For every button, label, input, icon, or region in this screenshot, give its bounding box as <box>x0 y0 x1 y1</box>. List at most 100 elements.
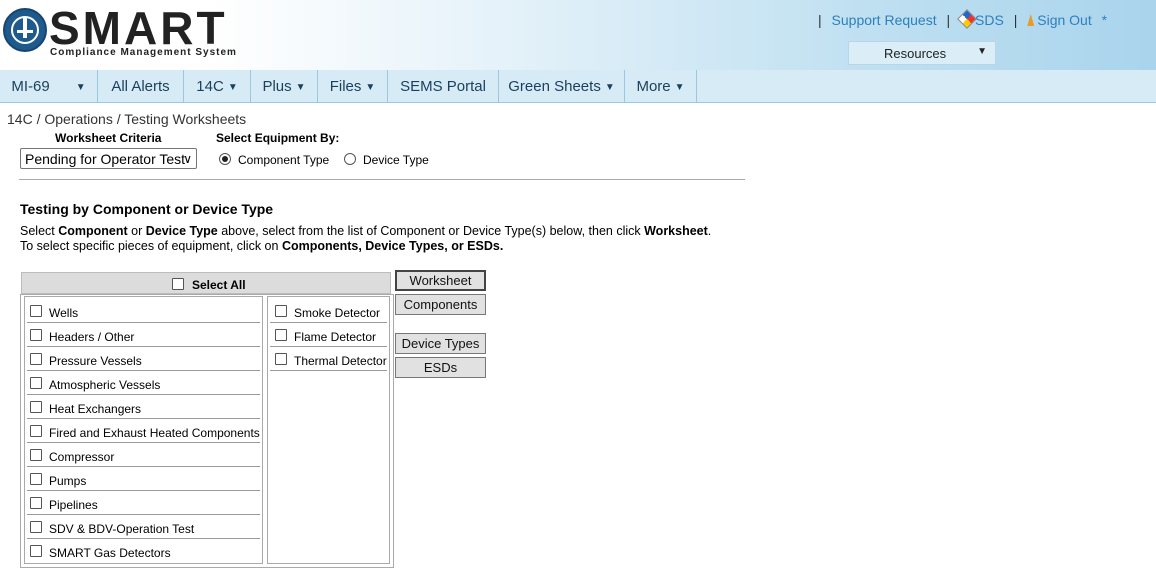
component-label[interactable]: SDV & BDV-Operation Test <box>49 522 194 536</box>
instr-text: or <box>127 224 146 238</box>
row-divider <box>27 538 260 539</box>
components-button[interactable]: Components <box>395 294 486 315</box>
component-label[interactable]: SMART Gas Detectors <box>49 546 171 560</box>
component-checkbox[interactable] <box>30 449 42 461</box>
sds-link-label[interactable]: SDS <box>975 12 1004 28</box>
nav-label: More <box>636 78 671 95</box>
component-label[interactable]: Wells <box>49 306 78 320</box>
component-label[interactable]: Headers / Other <box>49 330 134 344</box>
component-checkbox[interactable] <box>30 545 42 557</box>
row-divider <box>27 490 260 491</box>
detector-checkbox[interactable] <box>275 305 287 317</box>
nav-item-files[interactable]: Files ▼ <box>318 70 388 103</box>
sds-diamond-icon <box>957 9 977 29</box>
component-checkbox[interactable] <box>30 401 42 413</box>
chevron-down-icon: ▼ <box>295 82 306 93</box>
row-divider <box>270 322 387 323</box>
detector-checkbox[interactable] <box>275 329 287 341</box>
component-checkbox[interactable] <box>30 353 42 365</box>
detector-checkbox[interactable] <box>275 353 287 365</box>
worksheet-criteria-value: Pending for Operator Test <box>25 151 186 167</box>
nav-item-plus[interactable]: Plus ▼ <box>251 70 318 103</box>
row-divider <box>27 514 260 515</box>
detector-label[interactable]: Smoke Detector <box>294 306 380 320</box>
select-all-label[interactable]: Select All <box>192 278 246 292</box>
support-request-link[interactable]: Support Request <box>832 12 937 28</box>
nav-item-all-alerts[interactable]: All Alerts <box>98 70 184 103</box>
instr-text: above, select from the list of Component… <box>217 224 645 238</box>
nav-label: All Alerts <box>111 78 170 95</box>
worksheet-button[interactable]: Worksheet <box>395 270 486 291</box>
resources-label: Resources <box>884 46 947 61</box>
instructions: Select Component or Device Type above, s… <box>20 224 711 254</box>
nav-item-14c[interactable]: 14C ▼ <box>184 70 251 103</box>
instr-bold: Component <box>58 224 128 238</box>
sds-link[interactable]: SDS <box>957 9 1004 29</box>
breadcrumb: 14C / Operations / Testing Worksheets <box>7 111 247 127</box>
nav-item-sems-portal[interactable]: SEMS Portal <box>388 70 499 103</box>
device-types-button[interactable]: Device Types <box>395 333 486 354</box>
detector-label[interactable]: Thermal Detector <box>294 354 387 368</box>
worksheet-criteria-label: Worksheet Criteria <box>55 131 162 145</box>
top-links: | Support Request | SDS | Sign Out * <box>812 9 1108 29</box>
app-header: SMART Compliance Management System | Sup… <box>0 0 1156 70</box>
row-divider <box>27 322 260 323</box>
signout-icon <box>1027 14 1035 26</box>
component-checkbox[interactable] <box>30 425 42 437</box>
component-label[interactable]: Fired and Exhaust Heated Components <box>49 426 260 440</box>
component-checkbox[interactable] <box>30 521 42 533</box>
component-checkbox[interactable] <box>30 497 42 509</box>
component-checkbox[interactable] <box>30 377 42 389</box>
component-label[interactable]: Pressure Vessels <box>49 354 142 368</box>
instr-text: To select specific pieces of equipment, … <box>20 239 282 253</box>
logo-title[interactable]: SMART <box>49 5 228 51</box>
nav-item-more[interactable]: More ▼ <box>625 70 697 103</box>
sign-out-label[interactable]: Sign Out <box>1037 12 1091 28</box>
row-divider <box>270 346 387 347</box>
row-divider <box>27 370 260 371</box>
instr-bold: Device Type <box>145 224 218 238</box>
instr-text: Select <box>20 224 59 238</box>
divider <box>19 179 745 180</box>
star-marker: * <box>1101 12 1108 28</box>
chevron-down-icon: ▼ <box>604 82 615 93</box>
component-label[interactable]: Heat Exchangers <box>49 402 141 416</box>
worksheet-criteria-select[interactable]: Pending for Operator Test ∨ <box>20 148 197 169</box>
nav-item-mi69[interactable]: MI-69 ▼ <box>0 70 98 103</box>
component-label[interactable]: Compressor <box>49 450 114 464</box>
select-all-checkbox[interactable] <box>172 278 184 290</box>
nav-label: Green Sheets <box>508 78 601 95</box>
nav-label: 14C <box>196 78 224 95</box>
resources-dropdown[interactable]: Resources ▼ <box>848 41 996 65</box>
chevron-down-icon: ▼ <box>75 82 86 93</box>
component-label[interactable]: Atmospheric Vessels <box>49 378 160 392</box>
row-divider <box>27 346 260 347</box>
smart-logo-icon[interactable] <box>3 8 47 52</box>
row-divider <box>270 370 387 371</box>
select-equipment-label: Select Equipment By: <box>216 131 340 145</box>
component-label[interactable]: Pumps <box>49 474 86 488</box>
row-divider <box>27 394 260 395</box>
component-type-label[interactable]: Component Type <box>238 153 329 167</box>
component-checkbox[interactable] <box>30 473 42 485</box>
device-type-radio[interactable] <box>344 153 356 165</box>
nav-item-green-sheets[interactable]: Green Sheets ▼ <box>499 70 625 103</box>
row-divider <box>27 442 260 443</box>
component-checkbox[interactable] <box>30 329 42 341</box>
nav-label: Plus <box>262 78 292 95</box>
component-label[interactable]: Pipelines <box>49 498 98 512</box>
nav-label: MI-69 <box>11 78 50 95</box>
component-type-radio[interactable] <box>219 153 231 165</box>
chevron-down-icon: ▼ <box>365 82 376 93</box>
component-checkbox[interactable] <box>30 305 42 317</box>
instr-bold: Components, Device Types, or ESDs. <box>281 239 504 253</box>
instr-bold: Worksheet <box>644 224 708 238</box>
detector-label[interactable]: Flame Detector <box>294 330 376 344</box>
nav-label: Files <box>329 78 362 95</box>
esds-button[interactable]: ESDs <box>395 357 486 378</box>
chevron-down-icon: ▼ <box>977 46 987 57</box>
device-type-label[interactable]: Device Type <box>363 153 429 167</box>
row-divider <box>27 466 260 467</box>
sign-out-link[interactable]: Sign Out <box>1027 12 1092 28</box>
instr-text: . <box>707 224 712 238</box>
